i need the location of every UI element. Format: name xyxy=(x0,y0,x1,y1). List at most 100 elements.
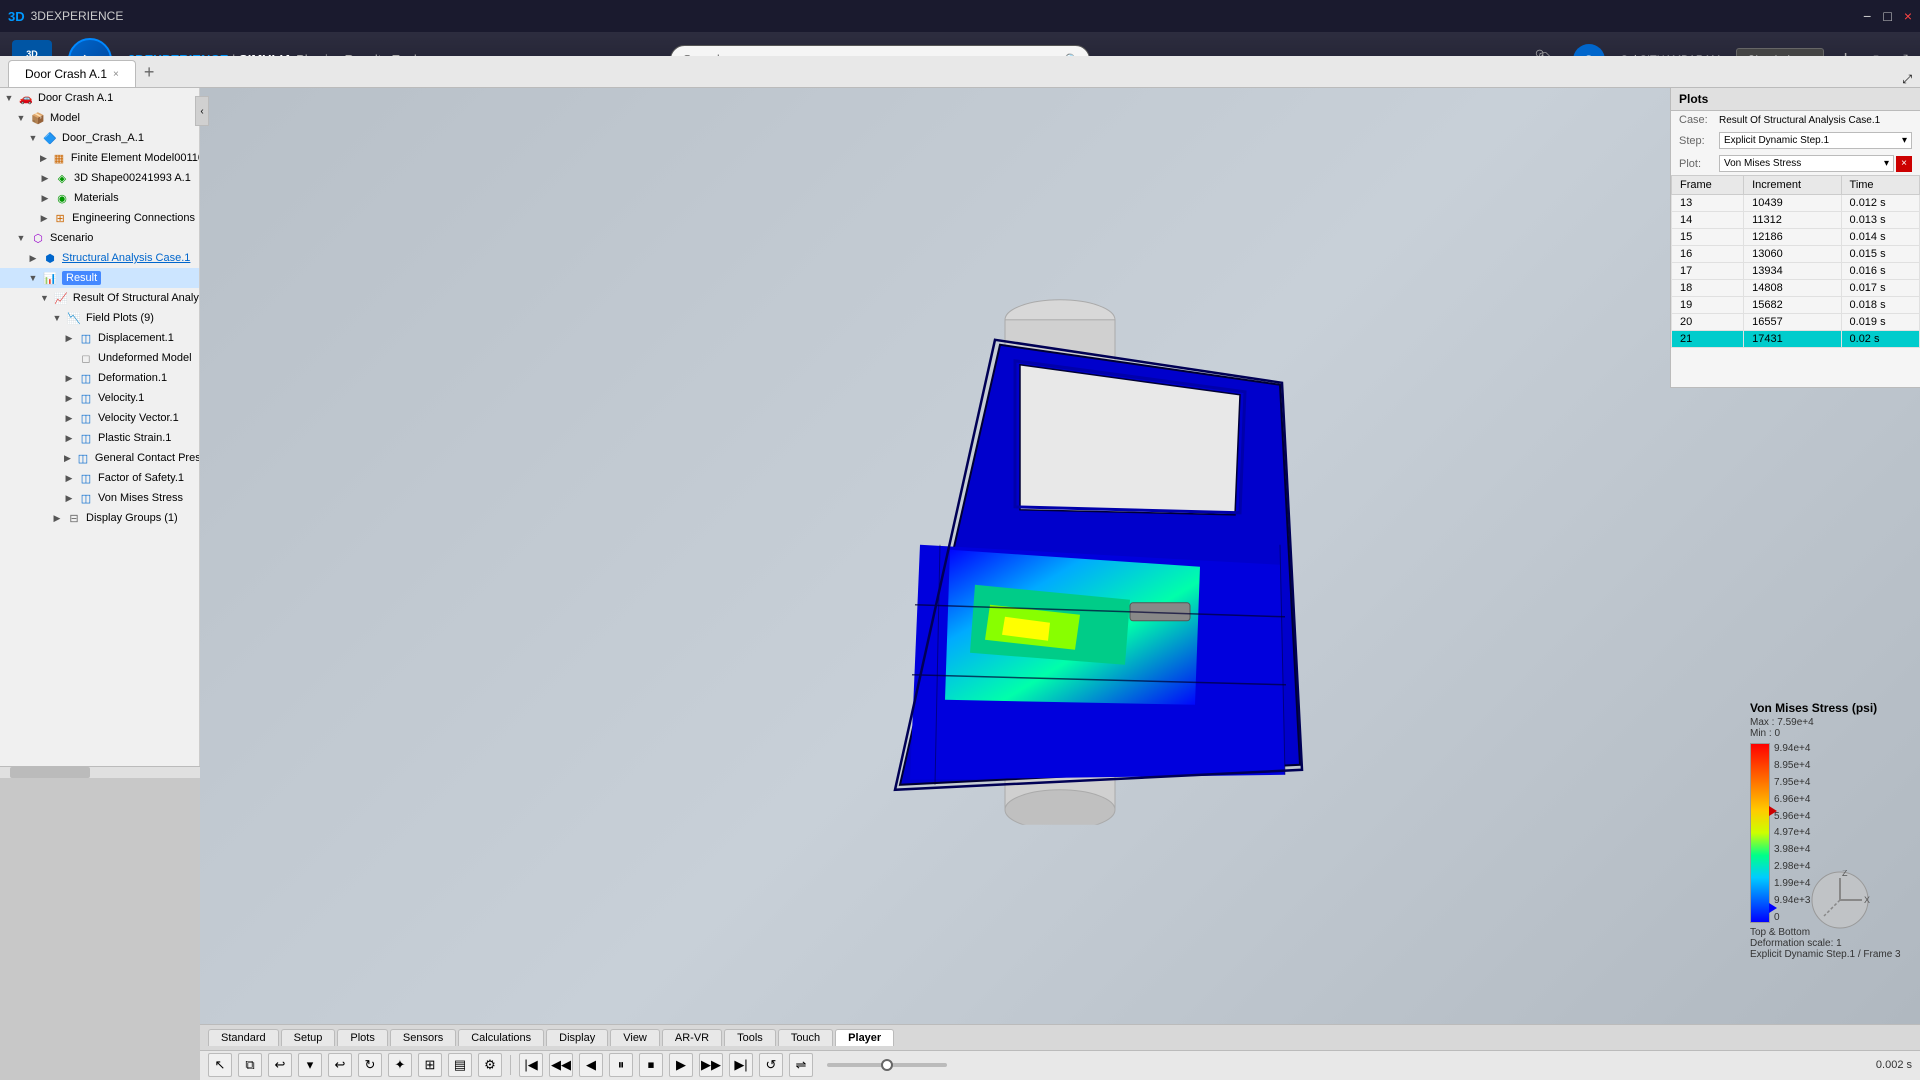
play-to-start-button[interactable]: |◀ xyxy=(519,1053,543,1077)
tree-unformed-label: Undeformed Model xyxy=(98,352,192,364)
play-back-button[interactable]: ◀ xyxy=(579,1053,603,1077)
tree-item-displacement[interactable]: ▶ ◫ Displacement.1 xyxy=(0,328,199,348)
undo-dropdown-button[interactable]: ▾ xyxy=(298,1053,322,1077)
tree-item-display-groups[interactable]: ▶ ⊟ Display Groups (1) xyxy=(0,508,199,528)
bottom-tab-standard[interactable]: Standard xyxy=(208,1029,279,1046)
velocity-vec-icon: ◫ xyxy=(78,410,94,426)
bottom-tab-calculations[interactable]: Calculations xyxy=(458,1029,544,1046)
bottom-tab-player[interactable]: Player xyxy=(835,1029,894,1046)
tree-fem-label: Finite Element Model00110 xyxy=(71,152,200,164)
expand-tab-icon[interactable]: ⤢ xyxy=(1902,72,1912,87)
stop-button[interactable]: ⏹ xyxy=(639,1053,663,1077)
tree-item-result-struct[interactable]: ▼ 📈 Result Of Structural Analysis C. xyxy=(0,288,199,308)
step-forward-button[interactable]: ▶▶ xyxy=(699,1053,723,1077)
close-button[interactable]: × xyxy=(1904,8,1912,24)
frame-cell-frame: 17 xyxy=(1672,263,1744,280)
table-row[interactable]: 21174310.02 s xyxy=(1672,331,1920,348)
tree-item-materials[interactable]: ▶ ◉ Materials xyxy=(0,188,199,208)
tree-item-deformation[interactable]: ▶ ◫ Deformation.1 xyxy=(0,368,199,388)
tree-item-field-plots[interactable]: ▼ 📉 Field Plots (9) xyxy=(0,308,199,328)
tree-root[interactable]: ▼ 🚗 Door Crash A.1 xyxy=(0,88,199,108)
copy-button[interactable]: ⧉ xyxy=(238,1053,262,1077)
legend-value: 2.98e+4 xyxy=(1774,861,1810,872)
tree-item-velocity-vec[interactable]: ▶ ◫ Velocity Vector.1 xyxy=(0,408,199,428)
legend-arrow-bot xyxy=(1769,903,1777,913)
tree-item-factor-safety[interactable]: ▶ ◫ Factor of Safety.1 xyxy=(0,468,199,488)
expand-icon: ▼ xyxy=(28,133,38,143)
tree-item-fem[interactable]: ▶ ▦ Finite Element Model00110 xyxy=(0,148,199,168)
settings-button[interactable]: ⚙ xyxy=(478,1053,502,1077)
frame-cell-increment: 11312 xyxy=(1744,212,1841,229)
tree-item-von-mises[interactable]: ▶ ◫ Von Mises Stress xyxy=(0,488,199,508)
tab-close-icon[interactable]: × xyxy=(113,69,119,80)
pause-button[interactable]: ⏸ xyxy=(609,1053,633,1077)
table-row[interactable]: 19156820.018 s xyxy=(1672,297,1920,314)
table-button[interactable]: ▤ xyxy=(448,1053,472,1077)
tree-item-door-crash[interactable]: ▼ 🔷 Door_Crash_A.1 xyxy=(0,128,199,148)
table-row[interactable]: 14113120.013 s xyxy=(1672,212,1920,229)
display-groups-icon: ⊟ xyxy=(66,510,82,526)
plots-step-dropdown[interactable]: Explicit Dynamic Step.1 ▾ xyxy=(1719,132,1912,149)
app-title: 3DEXPERIENCE xyxy=(31,9,124,23)
bottom-tab-tools[interactable]: Tools xyxy=(724,1029,776,1046)
redo-button[interactable]: ↩ xyxy=(328,1053,352,1077)
bottom-tab-setup[interactable]: Setup xyxy=(281,1029,336,1046)
bottom-tab-ar-vr[interactable]: AR-VR xyxy=(662,1029,722,1046)
bottom-tab-display[interactable]: Display xyxy=(546,1029,608,1046)
add-tab-button[interactable]: + xyxy=(136,58,163,87)
collapse-panel-button[interactable]: ‹ xyxy=(195,96,209,126)
plots-step-value: Explicit Dynamic Step.1 xyxy=(1724,135,1829,146)
table-row[interactable]: 15121860.014 s xyxy=(1672,229,1920,246)
undo-button[interactable]: ↩ xyxy=(268,1053,292,1077)
table-row[interactable]: 13104390.012 s xyxy=(1672,195,1920,212)
tree-item-result[interactable]: ▼ 📊 Result xyxy=(0,268,199,288)
play-forward-button[interactable]: ▶ xyxy=(669,1053,693,1077)
table-row[interactable]: 18148080.017 s xyxy=(1672,280,1920,297)
loop-button[interactable]: ↺ xyxy=(759,1053,783,1077)
rotate-button[interactable]: ↻ xyxy=(358,1053,382,1077)
expand-icon: ▶ xyxy=(28,253,38,263)
expand-icon: ▶ xyxy=(40,213,48,223)
play-to-end-button[interactable]: ▶| xyxy=(729,1053,753,1077)
titlebar-controls[interactable]: − □ × xyxy=(1863,8,1912,24)
tree-item-struct-case[interactable]: ▶ ⬢ Structural Analysis Case.1 xyxy=(0,248,199,268)
legend-value: 9.94e+4 xyxy=(1774,743,1810,754)
table-row[interactable]: 17139340.016 s xyxy=(1672,263,1920,280)
tree-item-scenario[interactable]: ▼ ⬡ Scenario xyxy=(0,228,199,248)
bottom-tab-plots[interactable]: Plots xyxy=(337,1029,387,1046)
tree-item-general-contact[interactable]: ▶ ◫ General Contact Pressur xyxy=(0,448,199,468)
bottom-tab-sensors[interactable]: Sensors xyxy=(390,1029,456,1046)
left-panel-scrollbar[interactable] xyxy=(0,766,200,778)
create-button[interactable]: ✦ xyxy=(388,1053,412,1077)
step-back-button[interactable]: ◀◀ xyxy=(549,1053,573,1077)
expand-icon: ▶ xyxy=(64,433,74,443)
bottom-tab-view[interactable]: View xyxy=(610,1029,660,1046)
tree-item-eng-conn[interactable]: ▶ ⊞ Engineering Connections xyxy=(0,208,199,228)
playback-slider[interactable] xyxy=(827,1063,947,1067)
tree-item-model[interactable]: ▼ 📦 Model xyxy=(0,108,199,128)
tree-item-plastic-strain[interactable]: ▶ ◫ Plastic Strain.1 xyxy=(0,428,199,448)
tree-velocity-label: Velocity.1 xyxy=(98,392,144,404)
frame-cell-increment: 16557 xyxy=(1744,314,1841,331)
frame-cell-frame: 13 xyxy=(1672,195,1744,212)
tree-panel: ▼ 🚗 Door Crash A.1 ▼ 📦 Model ▼ 🔷 Door_Cr… xyxy=(0,88,200,768)
tree-item-velocity[interactable]: ▶ ◫ Velocity.1 xyxy=(0,388,199,408)
plots-plot-dropdown[interactable]: Von Mises Stress ▾ xyxy=(1719,155,1894,172)
tree-struct-case-label: Structural Analysis Case.1 xyxy=(62,252,190,264)
frame-cell-time: 0.018 s xyxy=(1841,297,1919,314)
table-row[interactable]: 16130600.015 s xyxy=(1672,246,1920,263)
select-tool-button[interactable]: ↖ xyxy=(208,1053,232,1077)
tree-item-shape[interactable]: ▶ ◈ 3D Shape00241993 A.1 xyxy=(0,168,199,188)
tree-item-unformed[interactable]: ◻ Undeformed Model xyxy=(0,348,199,368)
mesh-button[interactable]: ⊞ xyxy=(418,1053,442,1077)
bottom-tab-touch[interactable]: Touch xyxy=(778,1029,833,1046)
frame-cell-time: 0.016 s xyxy=(1841,263,1919,280)
tree-materials-label: Materials xyxy=(74,192,119,204)
minimize-button[interactable]: − xyxy=(1863,8,1871,24)
plots-close-button[interactable]: × xyxy=(1896,156,1912,172)
sync-button[interactable]: ⇌ xyxy=(789,1053,813,1077)
tree-root-label: Door Crash A.1 xyxy=(38,92,113,104)
table-row[interactable]: 20165570.019 s xyxy=(1672,314,1920,331)
maximize-button[interactable]: □ xyxy=(1883,8,1891,24)
main-tab[interactable]: Door Crash A.1 × xyxy=(8,60,136,87)
